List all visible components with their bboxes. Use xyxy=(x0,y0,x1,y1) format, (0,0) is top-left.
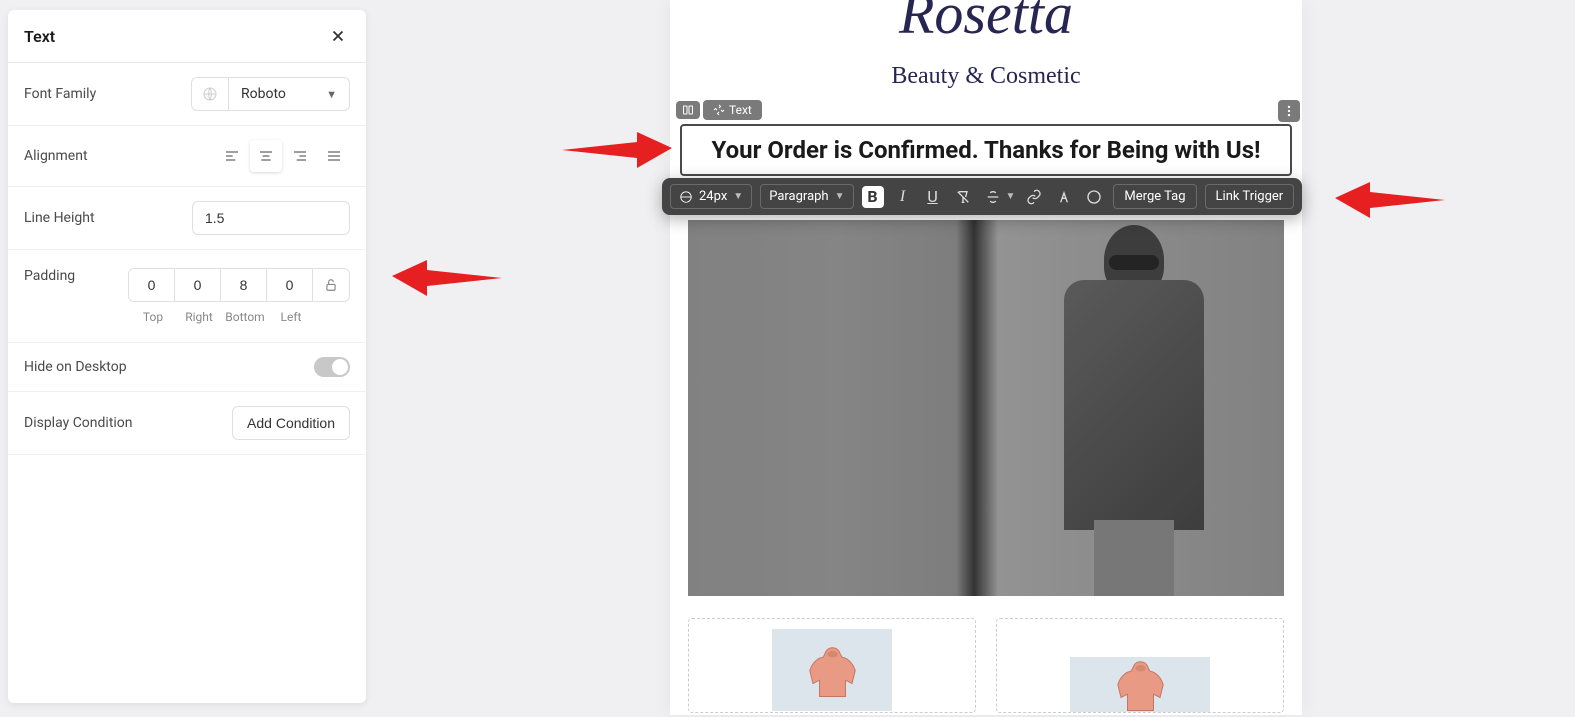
padding-group: Top Right Bottom Left xyxy=(128,268,350,324)
element-type-badge[interactable]: Text xyxy=(703,100,762,120)
alignment-label: Alignment xyxy=(24,148,88,164)
annotation-arrow xyxy=(392,258,502,298)
text-settings-panel: Text Font Family Roboto ▼ Alignment xyxy=(8,10,366,703)
hide-on-desktop-row: Hide on Desktop xyxy=(8,343,366,392)
padding-lock-button[interactable] xyxy=(313,269,349,301)
link-trigger-button[interactable]: Link Trigger xyxy=(1205,184,1295,209)
align-left-button[interactable] xyxy=(216,140,248,172)
hide-on-desktop-toggle[interactable] xyxy=(314,357,350,377)
product-card[interactable] xyxy=(688,618,976,713)
strikethrough-button[interactable] xyxy=(982,186,1004,208)
align-justify-button[interactable] xyxy=(318,140,350,172)
font-family-row: Font Family Roboto ▼ xyxy=(8,63,366,126)
font-family-label: Font Family xyxy=(24,86,96,102)
toggle-knob xyxy=(332,359,348,375)
brand-tagline: Beauty & Cosmetic xyxy=(670,63,1302,90)
columns-icon[interactable] xyxy=(676,101,700,119)
line-height-row: Line Height xyxy=(8,187,366,250)
padding-inputs xyxy=(128,268,350,302)
close-button[interactable] xyxy=(326,24,350,48)
font-family-value: Roboto xyxy=(241,86,286,102)
chevron-down-icon: ▼ xyxy=(733,191,743,202)
line-height-input[interactable] xyxy=(192,201,350,235)
font-family-select[interactable]: Roboto ▼ xyxy=(229,78,349,110)
padding-bottom-label: Bottom xyxy=(222,310,268,324)
product-image xyxy=(1070,657,1210,712)
link-button[interactable] xyxy=(1023,186,1045,208)
element-more-button[interactable] xyxy=(1278,100,1300,122)
chevron-down-icon[interactable]: ▼ xyxy=(1006,191,1016,202)
hoodie-icon xyxy=(800,638,865,703)
padding-input-labels: Top Right Bottom Left xyxy=(130,310,350,324)
padding-top-label: Top xyxy=(130,310,176,324)
annotation-arrow xyxy=(1335,180,1445,220)
italic-button[interactable]: I xyxy=(892,186,914,208)
selected-text-element[interactable]: Your Order is Confirmed. Thanks for Bein… xyxy=(680,124,1292,176)
background-color-button[interactable] xyxy=(1083,186,1105,208)
hero-image[interactable] xyxy=(688,220,1284,596)
hoodie-icon xyxy=(1108,652,1173,717)
padding-top-input[interactable] xyxy=(129,269,175,301)
product-card[interactable] xyxy=(996,618,1284,713)
underline-button[interactable]: U xyxy=(922,186,944,208)
product-image xyxy=(772,629,892,711)
align-center-button[interactable] xyxy=(250,140,282,172)
brand-logo: Rosetta xyxy=(670,0,1302,43)
panel-header: Text xyxy=(8,10,366,63)
product-row xyxy=(688,618,1284,713)
annotation-arrow xyxy=(562,130,672,170)
element-type-label: Text xyxy=(729,103,752,117)
padding-left-input[interactable] xyxy=(267,269,313,301)
hide-on-desktop-label: Hide on Desktop xyxy=(24,359,127,375)
font-size-value: 24px xyxy=(699,189,727,204)
chevron-down-icon: ▼ xyxy=(326,88,337,101)
chevron-down-icon: ▼ xyxy=(835,191,845,202)
text-color-button[interactable] xyxy=(1053,186,1075,208)
globe-icon[interactable] xyxy=(192,78,229,110)
model-illustration xyxy=(1034,220,1234,596)
merge-tag-button[interactable]: Merge Tag xyxy=(1113,184,1196,209)
display-condition-row: Display Condition Add Condition xyxy=(8,392,366,455)
font-size-select[interactable]: 24px ▼ xyxy=(670,184,752,209)
panel-title: Text xyxy=(24,27,55,46)
align-right-button[interactable] xyxy=(284,140,316,172)
font-family-select-group: Roboto ▼ xyxy=(191,77,350,111)
display-condition-label: Display Condition xyxy=(24,415,133,431)
add-condition-button[interactable]: Add Condition xyxy=(232,406,350,440)
element-selection-header: Text xyxy=(676,100,762,120)
paragraph-value: Paragraph xyxy=(769,189,828,204)
bold-button[interactable]: B xyxy=(862,186,884,208)
clear-format-button[interactable] xyxy=(952,186,974,208)
padding-label: Padding xyxy=(24,268,75,284)
padding-right-label: Right xyxy=(176,310,222,324)
paragraph-select[interactable]: Paragraph ▼ xyxy=(760,184,853,209)
alignment-buttons xyxy=(216,140,350,172)
line-height-label: Line Height xyxy=(24,210,95,226)
padding-bottom-input[interactable] xyxy=(221,269,267,301)
alignment-row: Alignment xyxy=(8,126,366,187)
text-toolbar: 24px ▼ Paragraph ▼ B I U ▼ Merge Tag Lin… xyxy=(662,178,1302,215)
padding-row: Padding Top Right Bottom Left xyxy=(8,250,366,343)
padding-right-input[interactable] xyxy=(175,269,221,301)
padding-left-label: Left xyxy=(268,310,314,324)
